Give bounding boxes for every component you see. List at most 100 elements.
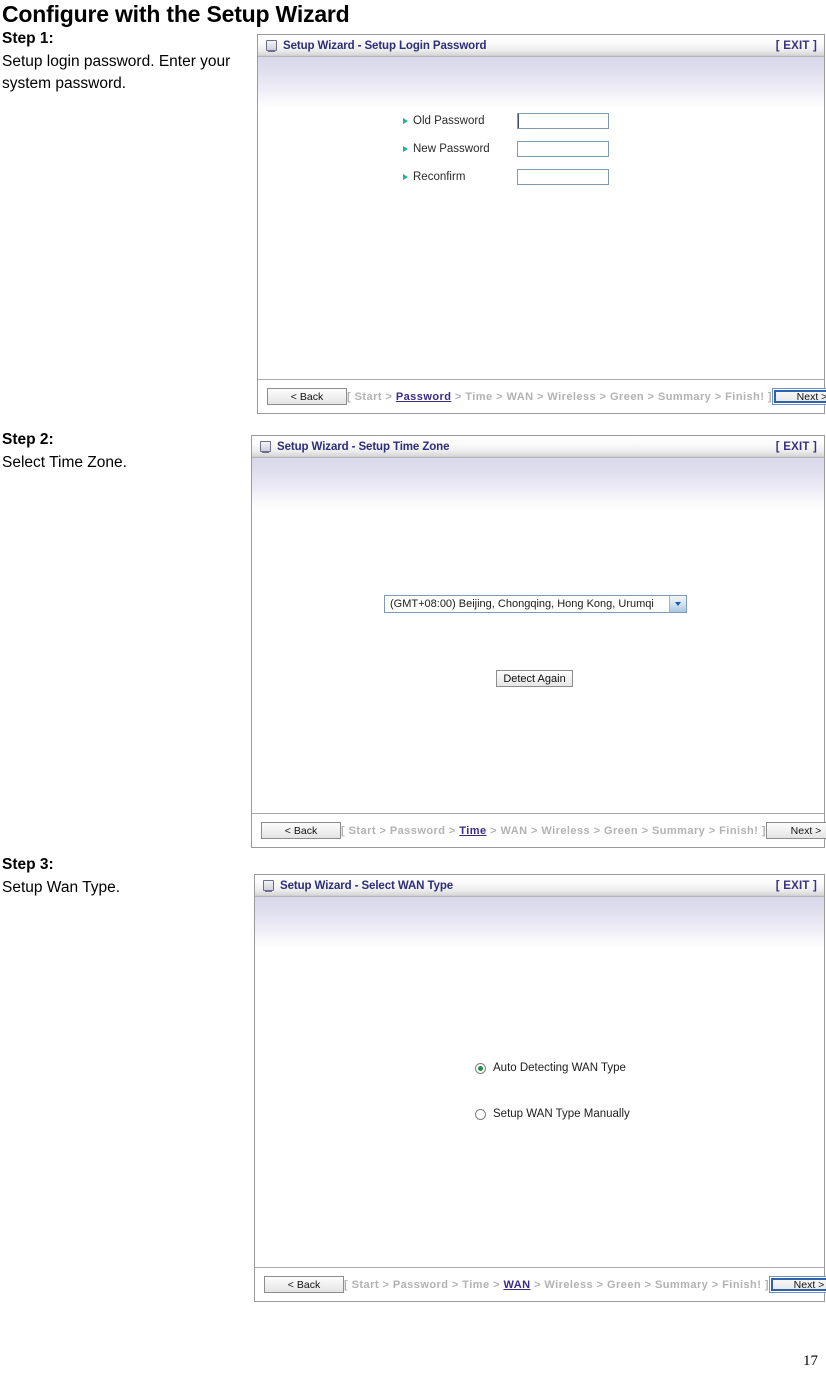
next-button[interactable]: Next > [765,822,826,839]
breadcrumb-separator: > [590,824,605,837]
breadcrumb-separator: > [711,390,726,403]
wan-type-options: Auto Detecting WAN Type Setup WAN Type M… [475,1057,630,1149]
breadcrumb-item-green[interactable]: Green [607,1279,641,1291]
breadcrumb-item-time[interactable]: Time [462,1279,489,1291]
breadcrumb-item-summary[interactable]: Summary [658,391,711,403]
step-description: Setup Wan Type. [2,878,121,896]
setup-wizard-panel-timezone: Setup Wizard - Setup Time Zone [ EXIT ] … [251,435,826,848]
step-heading: Step 2: [2,431,54,448]
breadcrumb-item-green[interactable]: Green [610,391,644,403]
breadcrumb-item-time[interactable]: Time [465,391,492,403]
field-row-old-password: Old Password [403,107,609,135]
radio-row-auto-detect[interactable]: Auto Detecting WAN Type [475,1057,630,1079]
breadcrumb-item-finish[interactable]: Finish! [725,391,764,403]
breadcrumb-item-wan[interactable]: WAN [506,391,533,403]
new-password-input[interactable] [517,141,609,157]
breadcrumb-separator: > [445,824,460,837]
radio-label: Auto Detecting WAN Type [493,1062,626,1074]
radio-row-manual[interactable]: Setup WAN Type Manually [475,1103,630,1125]
breadcrumb-separator: > [533,390,548,403]
breadcrumb-item-finish[interactable]: Finish! [719,825,758,837]
radio-button-icon[interactable] [475,1108,486,1120]
breadcrumb-separator: > [451,390,466,403]
breadcrumb-item-start[interactable]: Start [349,825,376,837]
step-caption-3: Step 3: Setup Wan Type. [2,854,252,899]
wizard-nav: < Back [ Start > Password > Time > WAN >… [255,1267,826,1301]
breadcrumb-item-password[interactable]: Password [390,825,446,837]
step-description: Select Time Zone. [2,453,127,471]
field-row-reconfirm: Reconfirm [403,163,609,191]
timezone-selected-value: (GMT+08:00) Beijing, Chongqing, Hong Kon… [390,598,654,610]
breadcrumb-separator: > [705,824,720,837]
breadcrumb-separator: > [381,390,396,403]
field-row-new-password: New Password [403,135,609,163]
setup-wizard-panel-wan: Setup Wizard - Select WAN Type [ EXIT ] … [254,874,826,1302]
exit-link[interactable]: [ EXIT ] [776,441,817,453]
exit-link[interactable]: [ EXIT ] [776,40,817,52]
breadcrumb-item-password[interactable]: Password [396,391,452,403]
field-label: Reconfirm [413,171,466,183]
back-button[interactable]: < Back [267,388,347,405]
breadcrumb-separator: > [530,1278,545,1291]
bullet-icon [403,118,408,124]
breadcrumb-separator: > [448,1278,463,1291]
breadcrumb-separator: > [593,1278,608,1291]
breadcrumb-item-summary[interactable]: Summary [652,825,705,837]
breadcrumb-open-bracket: [ [344,1278,352,1291]
step-caption-2: Step 2: Select Time Zone. [2,429,252,474]
breadcrumb-close-bracket: ] [758,824,766,837]
breadcrumb-item-wireless[interactable]: Wireless [541,825,590,837]
breadcrumb-item-wan[interactable]: WAN [500,825,527,837]
password-form: Old Password New Password Reconfirm [403,107,609,191]
breadcrumb-item-wireless[interactable]: Wireless [547,391,596,403]
back-button[interactable]: < Back [261,822,341,839]
panel-body: Auto Detecting WAN Type Setup WAN Type M… [255,897,826,1301]
step-heading: Step 1: [2,30,54,47]
back-button[interactable]: < Back [264,1276,344,1293]
breadcrumb-item-password[interactable]: Password [393,1279,449,1291]
old-password-input[interactable] [517,113,609,129]
reconfirm-password-input[interactable] [517,169,609,185]
breadcrumb-close-bracket: ] [764,390,772,403]
bullet-icon [403,174,408,180]
breadcrumb-item-wan[interactable]: WAN [503,1279,530,1291]
breadcrumb-separator: > [486,824,501,837]
chevron-down-icon[interactable] [669,596,686,612]
timezone-select[interactable]: (GMT+08:00) Beijing, Chongqing, Hong Kon… [384,595,687,613]
radio-label: Setup WAN Type Manually [493,1108,630,1120]
setup-wizard-panel-password: Setup Wizard - Setup Login Password [ EX… [257,34,826,414]
breadcrumb-item-wireless[interactable]: Wireless [544,1279,593,1291]
detect-again-button[interactable]: Detect Again [496,670,573,687]
wizard-nav: < Back [ Start > Password > Time > WAN >… [258,379,826,413]
page-number: 17 [803,1353,818,1369]
breadcrumb-close-bracket: ] [761,1278,769,1291]
next-button[interactable]: Next > [771,388,826,405]
breadcrumb-separator: > [708,1278,723,1291]
breadcrumb-item-green[interactable]: Green [604,825,638,837]
panel-title: Setup Wizard - Setup Login Password [283,39,487,52]
next-button[interactable]: Next > [768,1276,826,1293]
breadcrumb-open-bracket: [ [347,390,355,403]
breadcrumb-item-time[interactable]: Time [459,825,486,837]
breadcrumb-item-start[interactable]: Start [352,1279,379,1291]
panel-titlebar: Setup Wizard - Select WAN Type [ EXIT ] [255,875,824,897]
breadcrumb-separator: > [644,390,658,403]
panel-titlebar: Setup Wizard - Setup Time Zone [ EXIT ] [252,436,824,458]
bullet-icon [403,146,408,152]
breadcrumb-separator: > [492,390,507,403]
breadcrumb: [ Start > Password > Time > WAN > Wirele… [347,391,772,403]
breadcrumb-item-start[interactable]: Start [355,391,382,403]
panel-body: Old Password New Password Reconfirm < Ba… [258,57,826,413]
breadcrumb-separator: > [638,824,652,837]
breadcrumb-separator: > [375,824,390,837]
breadcrumb: [ Start > Password > Time > WAN > Wirele… [344,1279,769,1291]
page-title: Configure with the Setup Wizard [2,1,350,27]
step-description: Setup login password. Enter your system … [2,52,231,93]
breadcrumb-item-summary[interactable]: Summary [655,1279,708,1291]
exit-link[interactable]: [ EXIT ] [776,880,817,892]
breadcrumb-item-finish[interactable]: Finish! [722,1279,761,1291]
breadcrumb: [ Start > Password > Time > WAN > Wirele… [341,825,766,837]
breadcrumb-separator: > [641,1278,655,1291]
field-label: Old Password [413,115,485,127]
radio-button-icon[interactable] [475,1062,486,1074]
